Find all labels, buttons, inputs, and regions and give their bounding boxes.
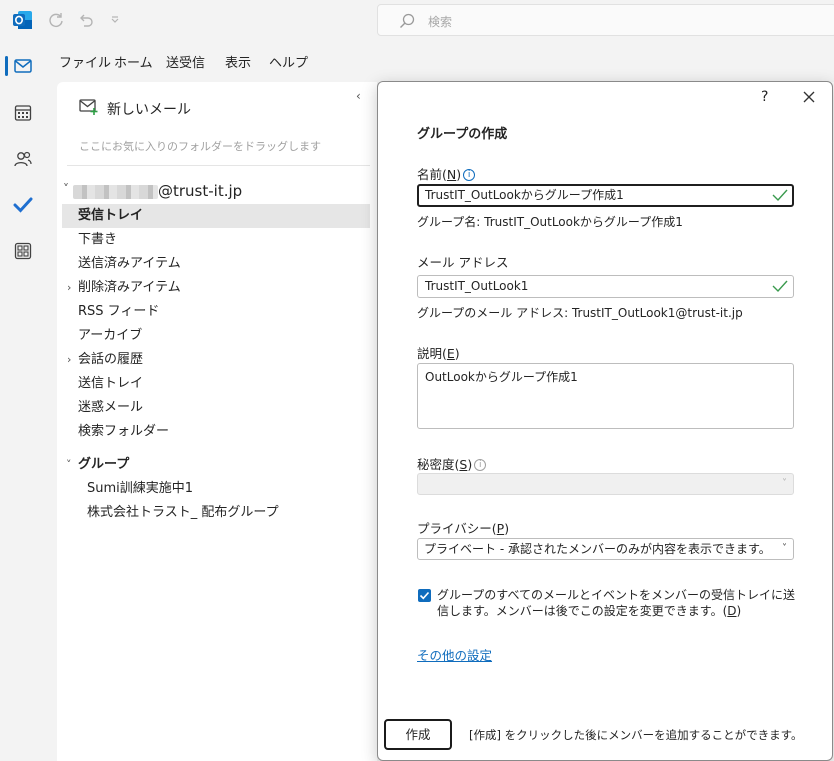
folder-rss[interactable]: RSS フィード xyxy=(62,300,370,324)
folder-sent[interactable]: 送信済みアイテム xyxy=(62,252,370,276)
folder-label: 会話の履歴 xyxy=(78,352,144,367)
footer-note: [作成] をクリックした後にメンバーを追加することができます。 xyxy=(469,728,803,742)
search-icon xyxy=(400,13,415,28)
customize-toolbar-icon[interactable] xyxy=(106,11,124,29)
groups-header-label: グループ xyxy=(78,457,130,472)
privacy-label: プライバシー(P) xyxy=(417,521,510,536)
info-icon[interactable]: i xyxy=(474,459,487,471)
collapse-pane-chevron-icon[interactable]: ‹ xyxy=(356,89,361,103)
expand-chevron-icon[interactable]: › xyxy=(67,276,71,300)
account-collapse-chevron-icon[interactable]: ˅ xyxy=(63,182,69,196)
close-icon[interactable] xyxy=(802,90,816,104)
menu-help[interactable]: ヘルプ xyxy=(269,52,308,71)
name-label: 名前(N) i xyxy=(417,164,476,183)
folder-outbox[interactable]: 送信トレイ xyxy=(62,372,370,396)
valid-check-icon xyxy=(772,189,788,202)
help-button[interactable]: ? xyxy=(761,89,768,105)
account-domain: @trust-it.jp xyxy=(158,182,243,200)
sensitivity-select: ˅ xyxy=(417,473,794,495)
email-label: メール アドレス xyxy=(417,255,509,270)
calendar-icon xyxy=(14,105,32,121)
folder-label: 削除済みアイテム xyxy=(78,280,181,295)
info-icon[interactable]: i xyxy=(463,169,476,181)
email-address-hint: グループのメール アドレス: TrustIT_OutLook1@trust-it… xyxy=(417,306,743,320)
folder-inbox[interactable]: 受信トレイ xyxy=(62,204,370,228)
group-item[interactable]: Sumi訓練実施中1 xyxy=(87,477,193,501)
rail-mail[interactable] xyxy=(0,46,46,86)
chevron-down-icon: ˅ xyxy=(782,478,787,489)
divider xyxy=(67,165,370,166)
group-name-value: TrustIT_OutLookからグループ作成1 xyxy=(425,188,624,202)
folder-deleted[interactable]: › 削除済みアイテム xyxy=(62,276,370,300)
sensitivity-label: 秘密度(S) i xyxy=(417,454,487,473)
apps-icon xyxy=(14,242,32,260)
favorites-hint: ここにお気に入りのフォルダーをドラッグします xyxy=(79,140,321,153)
email-address-input[interactable]: TrustIT_OutLook1 xyxy=(417,275,794,298)
rail-todo[interactable] xyxy=(0,185,46,225)
folder-pane: 新しいメール ‹ ここにお気に入りのフォルダーをドラッグします ˅ @trust… xyxy=(57,82,377,761)
menu-view[interactable]: 表示 xyxy=(225,52,251,71)
folder-archive[interactable]: アーカイブ xyxy=(62,324,370,348)
folder-search[interactable]: 検索フォルダー xyxy=(62,420,370,444)
group-item[interactable]: 株式会社トラスト_ 配布グループ xyxy=(87,501,279,525)
valid-check-icon xyxy=(772,280,788,293)
todo-icon xyxy=(13,197,33,213)
privacy-value: プライベート - 承認されたメンバーのみが内容を表示できます。 xyxy=(424,542,771,556)
menu-home[interactable]: ホーム xyxy=(114,52,153,71)
dialog-title: グループの作成 xyxy=(417,127,508,142)
create-group-dialog: ? グループの作成 名前(N) i TrustIT_OutLookからグループ作成… xyxy=(377,81,833,761)
email-address-value: TrustIT_OutLook1 xyxy=(425,279,529,293)
people-icon xyxy=(14,151,32,167)
new-mail-label: 新しいメール xyxy=(107,102,191,118)
undo-icon[interactable] xyxy=(77,11,95,29)
description-label: 説明(E) xyxy=(417,346,460,361)
rail-apps[interactable] xyxy=(0,231,46,271)
group-name-hint: グループ名: TrustIT_OutLookからグループ作成1 xyxy=(417,215,683,229)
folder-junk[interactable]: 迷惑メール xyxy=(62,396,370,420)
more-settings-link[interactable]: その他の設定 xyxy=(417,645,492,664)
folder-drafts[interactable]: 下書き xyxy=(62,228,370,252)
expand-chevron-icon[interactable]: › xyxy=(67,348,71,372)
title-bar: 検索 xyxy=(0,0,834,40)
search-placeholder: 検索 xyxy=(428,15,453,29)
menu-send-receive[interactable]: 送受信 xyxy=(166,52,205,71)
send-copies-label[interactable]: グループのすべてのメールとイベントをメンバーの受信トレイに送信します。メンバーは… xyxy=(437,587,797,619)
menu-file[interactable]: ファイル xyxy=(59,52,111,71)
create-button[interactable]: 作成 xyxy=(384,719,452,750)
chevron-down-icon: ˅ xyxy=(782,543,787,554)
search-input[interactable]: 検索 xyxy=(377,4,834,36)
folder-conversation-history[interactable]: › 会話の履歴 xyxy=(62,348,370,372)
collapse-chevron-icon[interactable]: ˅ xyxy=(66,453,72,477)
description-textarea[interactable]: OutLookからグループ作成1 xyxy=(417,363,794,429)
active-indicator xyxy=(5,56,8,76)
privacy-select[interactable]: プライベート - 承認されたメンバーのみが内容を表示できます。 ˅ xyxy=(417,538,794,560)
send-copies-checkbox[interactable] xyxy=(418,589,431,602)
rail-calendar[interactable] xyxy=(0,93,46,133)
redacted-account-name xyxy=(73,185,158,199)
mail-icon xyxy=(14,59,32,73)
groups-header[interactable]: ˅ グループ xyxy=(62,453,362,477)
app-rail xyxy=(0,40,46,761)
outlook-logo-icon xyxy=(13,11,32,29)
checkmark-icon xyxy=(419,591,430,600)
rail-people[interactable] xyxy=(0,139,46,179)
group-name-input[interactable]: TrustIT_OutLookからグループ作成1 xyxy=(417,184,794,207)
sync-icon[interactable] xyxy=(47,11,65,29)
new-mail-icon xyxy=(79,99,98,115)
